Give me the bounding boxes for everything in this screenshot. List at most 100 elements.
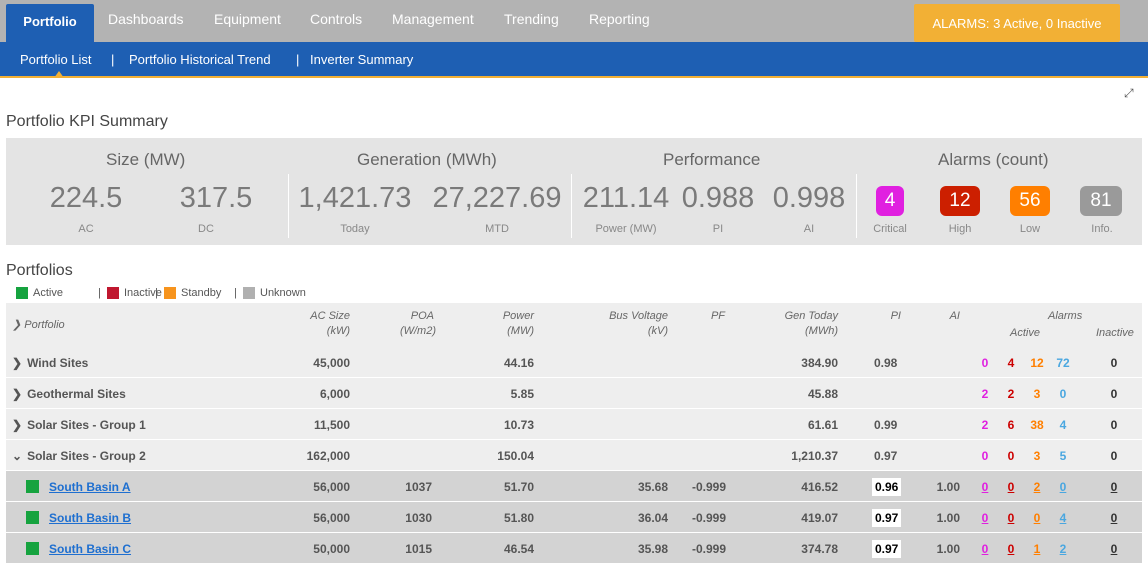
site-link[interactable]: South Basin B [49, 511, 131, 525]
alarm-count-inactive[interactable]: 0 [1105, 511, 1123, 525]
alarm-info-badge[interactable]: 81 [1080, 186, 1122, 216]
chevron-right-icon[interactable]: ❯ [12, 356, 22, 370]
table-row[interactable]: ⌄ Solar Sites - Group 2 162,000 150.04 1,210… [6, 440, 1142, 471]
chevron-right-icon[interactable]: ❯ [12, 418, 22, 432]
kpi-gen-today-label: Today [340, 223, 370, 235]
cell-pf: -0.999 [691, 480, 726, 494]
alarm-count-low[interactable]: 2 [1028, 480, 1046, 494]
alarm-count-low[interactable]: 0 [1028, 511, 1046, 525]
tab-management[interactable]: Management [392, 11, 474, 27]
tab-controls[interactable]: Controls [310, 11, 362, 27]
header-portfolio-label: Portfolio [24, 319, 65, 331]
header-alarms-inactive[interactable]: Inactive [1096, 327, 1134, 339]
table-row[interactable]: South Basin A 56,000 1037 51.70 35.68 -0.999 4… [6, 471, 1142, 502]
alarm-low-badge[interactable]: 56 [1010, 186, 1050, 216]
alarm-count-crit[interactable]: 0 [976, 542, 994, 556]
cell-pi: 0.98 [874, 356, 898, 370]
alarm-critical-badge[interactable]: 4 [876, 186, 904, 216]
alarm-count-crit[interactable]: 0 [976, 480, 994, 494]
cell-gen-today: 61.61 [807, 418, 838, 432]
site-link[interactable]: South Basin A [49, 480, 131, 494]
cell-poa: 1015 [405, 542, 432, 556]
subnav-portfolio-list[interactable]: Portfolio List [20, 52, 92, 67]
cell-power: 10.73 [503, 418, 534, 432]
subnav-inverter-summary[interactable]: Inverter Summary [310, 52, 413, 67]
chevron-down-icon[interactable]: ⌄ [12, 449, 22, 463]
status-legend: Active | Inactive | Standby | Unknown [6, 286, 1142, 302]
alarm-count-crit[interactable]: 0 [976, 511, 994, 525]
tab-trending[interactable]: Trending [504, 11, 559, 27]
cell-pf: -0.999 [691, 542, 726, 556]
tab-portfolio[interactable]: Portfolio [6, 4, 94, 44]
alarm-count-low[interactable]: 1 [1028, 542, 1046, 556]
cell-ac-size: 45,000 [313, 356, 350, 370]
alarm-count-high[interactable]: 0 [1002, 511, 1020, 525]
header-power[interactable]: Power [503, 310, 534, 322]
subnav-separator: | [296, 52, 300, 67]
header-gen-today[interactable]: Gen Today [785, 310, 838, 322]
legend-label: Unknown [260, 287, 306, 299]
alarm-count-crit: 2 [981, 387, 989, 401]
alarm-count-low: 3 [1033, 387, 1041, 401]
table-row[interactable]: ❯ Geothermal Sites 6,000 5.85 45.88 2 2 3 0 0 [6, 378, 1142, 409]
row-portfolio-label: Solar Sites - Group 2 [27, 449, 146, 463]
kpi-group-performance: Performance [663, 150, 761, 169]
cell-power: 5.85 [510, 387, 534, 401]
header-pi[interactable]: PI [891, 310, 901, 322]
cell-gen-today: 1,210.37 [791, 449, 838, 463]
chevron-right-icon[interactable]: ❯ [12, 387, 22, 401]
alarm-count-info[interactable]: 2 [1054, 542, 1072, 556]
row-portfolio-name[interactable]: ❯ Solar Sites - Group 1 [12, 418, 146, 432]
cell-gen-today: 419.07 [801, 511, 838, 525]
alarm-count-info: 4 [1059, 418, 1067, 432]
alarm-high-badge[interactable]: 12 [940, 186, 980, 216]
header-ac-size[interactable]: AC Size [310, 310, 350, 322]
row-portfolio-name[interactable]: ❯ Wind Sites [12, 356, 88, 370]
header-poa-unit: (W/m2) [399, 325, 436, 337]
cell-pi: 0.97 [872, 509, 902, 527]
legend-unknown: Unknown [243, 287, 306, 299]
cell-pi: 0.97 [872, 540, 902, 558]
alarm-info-label: Info. [1091, 223, 1113, 235]
cell-gen-today: 374.78 [801, 542, 838, 556]
chevron-right-icon: ❯ [12, 319, 25, 331]
alarm-count-inactive[interactable]: 0 [1105, 480, 1123, 494]
alarm-count-info: 5 [1059, 449, 1067, 463]
header-poa[interactable]: POA [411, 310, 434, 322]
table-row[interactable]: ❯ Wind Sites 45,000 44.16 384.90 0.98 0 4 12 72 0 [6, 347, 1142, 378]
alarm-count-info[interactable]: 0 [1054, 480, 1072, 494]
header-alarms-active[interactable]: Active [1010, 327, 1040, 339]
header-pf[interactable]: PF [711, 310, 725, 322]
table-row[interactable]: ❯ Solar Sites - Group 1 11,500 10.73 61.61 0.… [6, 409, 1142, 440]
alarm-count-high[interactable]: 0 [1002, 480, 1020, 494]
cell-bus-voltage: 36.04 [637, 511, 668, 525]
expand-icon[interactable]: ⤢ [1124, 86, 1138, 100]
tab-equipment[interactable]: Equipment [214, 11, 281, 27]
cell-ai: 1.00 [936, 511, 960, 525]
row-portfolio-name[interactable]: ❯ Geothermal Sites [12, 387, 126, 401]
alarm-count-info[interactable]: 4 [1054, 511, 1072, 525]
alarm-count-high: 0 [1007, 449, 1015, 463]
cell-ai: 1.00 [936, 480, 960, 494]
header-ai[interactable]: AI [950, 310, 960, 322]
tab-reporting[interactable]: Reporting [589, 11, 650, 27]
row-portfolio-name[interactable]: ⌄ Solar Sites - Group 2 [12, 449, 146, 463]
alarm-count-high[interactable]: 0 [1002, 542, 1020, 556]
alarm-count-inactive[interactable]: 0 [1105, 542, 1123, 556]
subnav-portfolio-historical-trend[interactable]: Portfolio Historical Trend [129, 52, 271, 67]
table-row[interactable]: South Basin B 56,000 1030 51.80 36.04 -0.999 4… [6, 502, 1142, 533]
alarm-critical-label: Critical [873, 223, 907, 235]
portfolios-title: Portfolios [6, 262, 73, 279]
header-bus-voltage[interactable]: Bus Voltage [609, 310, 668, 322]
alarm-count-crit: 2 [981, 418, 989, 432]
legend-standby: Standby [164, 287, 221, 299]
alarms-summary-button[interactable]: ALARMS: 3 Active, 0 Inactive [914, 4, 1120, 42]
alarm-count-crit: 0 [981, 356, 989, 370]
header-portfolio[interactable]: ❯ Portfolio [12, 318, 65, 331]
cell-pi: 0.99 [874, 418, 898, 432]
tab-dashboards[interactable]: Dashboards [108, 11, 184, 27]
site-link[interactable]: South Basin C [49, 542, 131, 556]
table-row[interactable]: South Basin C 50,000 1015 46.54 35.98 -0.999 3… [6, 533, 1142, 564]
kpi-divider [571, 174, 572, 238]
cell-power: 46.54 [503, 542, 534, 556]
